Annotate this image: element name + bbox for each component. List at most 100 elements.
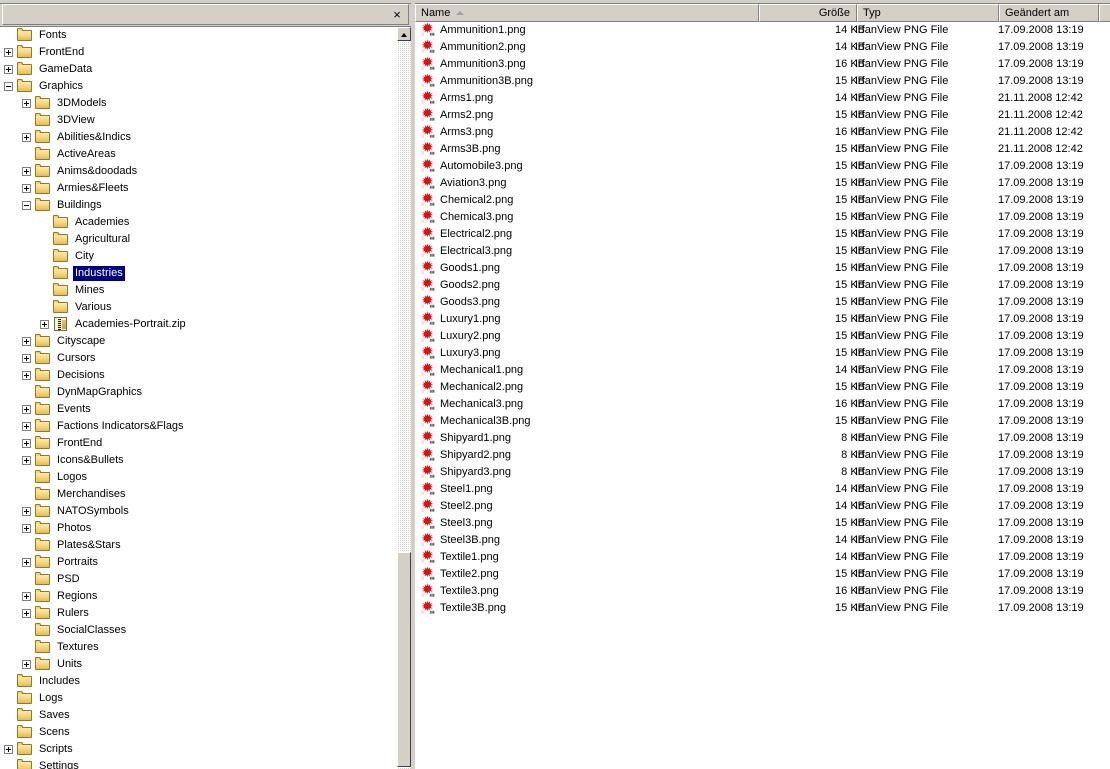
column-header-filler[interactable] bbox=[1099, 4, 1110, 22]
file-name-cell[interactable]: Shipyard3.png bbox=[420, 464, 750, 481]
file-name-cell[interactable]: Luxury1.png bbox=[420, 311, 750, 328]
tree-item-industries[interactable]: Industries bbox=[0, 265, 397, 282]
tree-item-saves[interactable]: Saves bbox=[0, 707, 397, 724]
file-list-row[interactable]: Luxury2.png 15 KB IrfanView PNG File 17.09.… bbox=[415, 328, 1110, 345]
file-name-cell[interactable]: Chemical3.png bbox=[420, 209, 750, 226]
expand-node-icon[interactable] bbox=[22, 166, 31, 176]
file-list-row[interactable]: Goods3.png 15 KB IrfanView PNG File 17.09.2… bbox=[415, 294, 1110, 311]
expand-node-icon[interactable] bbox=[22, 421, 31, 431]
file-name-cell[interactable]: Steel3B.png bbox=[420, 532, 750, 549]
collapse-node-icon[interactable] bbox=[22, 200, 31, 210]
file-name-cell[interactable]: Mechanical3B.png bbox=[420, 413, 750, 430]
file-list-row[interactable]: Chemical3.png 15 KB IrfanView PNG File 17.0… bbox=[415, 209, 1110, 226]
file-name-cell[interactable]: Ammunition3B.png bbox=[420, 73, 750, 90]
tree-item-photos[interactable]: Photos bbox=[0, 520, 397, 537]
tree-item-various[interactable]: Various bbox=[0, 299, 397, 316]
tree-item-cursors[interactable]: Cursors bbox=[0, 350, 397, 367]
scrollbar-thumb[interactable] bbox=[397, 552, 411, 767]
expand-node-icon[interactable] bbox=[22, 353, 31, 363]
expand-node-icon[interactable] bbox=[4, 744, 13, 754]
file-name-cell[interactable]: Electrical3.png bbox=[420, 243, 750, 260]
file-name-cell[interactable]: Ammunition3.png bbox=[420, 56, 750, 73]
tree-item-scens[interactable]: Scens bbox=[0, 724, 397, 741]
tree-item-academies[interactable]: Academies bbox=[0, 214, 397, 231]
file-list-row[interactable]: Arms1.png 14 KB IrfanView PNG File 21.11.20… bbox=[415, 90, 1110, 107]
expand-node-icon[interactable] bbox=[22, 523, 31, 533]
file-list-row[interactable]: Steel1.png 14 KB IrfanView PNG File 17.09.2… bbox=[415, 481, 1110, 498]
tree-item-textures[interactable]: Textures bbox=[0, 639, 397, 656]
column-header-type[interactable]: Typ bbox=[857, 4, 999, 22]
expand-node-icon[interactable] bbox=[22, 506, 31, 516]
tree-item-settings[interactable]: Settings bbox=[0, 758, 397, 769]
file-name-cell[interactable]: Textile1.png bbox=[420, 549, 750, 566]
expand-node-icon[interactable] bbox=[22, 659, 31, 669]
tree-item-units[interactable]: Units bbox=[0, 656, 397, 673]
tree-item-cityscape[interactable]: Cityscape bbox=[0, 333, 397, 350]
file-list-row[interactable]: Textile3.png 16 KB IrfanView PNG File 17.09… bbox=[415, 583, 1110, 600]
file-name-cell[interactable]: Luxury3.png bbox=[420, 345, 750, 362]
tree-item-portraits[interactable]: Portraits bbox=[0, 554, 397, 571]
file-name-cell[interactable]: Mechanical1.png bbox=[420, 362, 750, 379]
expand-node-icon[interactable] bbox=[22, 438, 31, 448]
tree-item-3dview[interactable]: 3DView bbox=[0, 112, 397, 129]
expand-node-icon[interactable] bbox=[22, 608, 31, 618]
file-name-cell[interactable]: Automobile3.png bbox=[420, 158, 750, 175]
tree-item-plates-stars[interactable]: Plates&Stars bbox=[0, 537, 397, 554]
expand-node-icon[interactable] bbox=[4, 47, 13, 57]
file-list-row[interactable]: Mechanical2.png 15 KB IrfanView PNG File 17… bbox=[415, 379, 1110, 396]
file-list-row[interactable]: Mechanical3.png 16 KB IrfanView PNG File 17… bbox=[415, 396, 1110, 413]
file-list-row[interactable]: Goods1.png 15 KB IrfanView PNG File 17.09.2… bbox=[415, 260, 1110, 277]
file-name-cell[interactable]: Arms3.png bbox=[420, 124, 750, 141]
file-list-row[interactable]: Goods2.png 15 KB IrfanView PNG File 17.09.2… bbox=[415, 277, 1110, 294]
tree-item-factions-indicators-flags[interactable]: Factions Indicators&Flags bbox=[0, 418, 397, 435]
file-list-row[interactable]: Arms2.png 15 KB IrfanView PNG File 21.11.20… bbox=[415, 107, 1110, 124]
folder-tree-list[interactable]: Fonts FrontEnd GameData Graphics 3DModels 3DV… bbox=[0, 27, 397, 769]
column-header-name[interactable]: Name bbox=[415, 4, 759, 22]
file-list-row[interactable]: Automobile3.png 15 KB IrfanView PNG File 17… bbox=[415, 158, 1110, 175]
file-name-cell[interactable]: Ammunition2.png bbox=[420, 39, 750, 56]
expand-node-icon[interactable] bbox=[22, 591, 31, 601]
tree-vertical-scrollbar[interactable] bbox=[397, 27, 411, 769]
expand-node-icon[interactable] bbox=[22, 183, 31, 193]
tree-item-mines[interactable]: Mines bbox=[0, 282, 397, 299]
tree-item-regions[interactable]: Regions bbox=[0, 588, 397, 605]
close-icon[interactable]: × bbox=[390, 8, 404, 22]
tree-item-frontend[interactable]: FrontEnd bbox=[0, 44, 397, 61]
tree-item-activeareas[interactable]: ActiveAreas bbox=[0, 146, 397, 163]
tree-item-merchandises[interactable]: Merchandises bbox=[0, 486, 397, 503]
expand-node-icon[interactable] bbox=[22, 370, 31, 380]
tree-item-abilities-indics[interactable]: Abilities&Indics bbox=[0, 129, 397, 146]
file-list-row[interactable]: Shipyard2.png 8 KB IrfanView PNG File 17.09… bbox=[415, 447, 1110, 464]
expand-node-icon[interactable] bbox=[22, 336, 31, 346]
file-name-cell[interactable]: Textile2.png bbox=[420, 566, 750, 583]
expand-node-icon[interactable] bbox=[22, 132, 31, 142]
file-name-cell[interactable]: Goods2.png bbox=[420, 277, 750, 294]
file-name-cell[interactable]: Shipyard2.png bbox=[420, 447, 750, 464]
file-name-cell[interactable]: Ammunition1.png bbox=[420, 22, 750, 39]
expand-node-icon[interactable] bbox=[22, 455, 31, 465]
tree-item-agricultural[interactable]: Agricultural bbox=[0, 231, 397, 248]
file-list-row[interactable]: Chemical2.png 15 KB IrfanView PNG File 17.0… bbox=[415, 192, 1110, 209]
tree-item-3dmodels[interactable]: 3DModels bbox=[0, 95, 397, 112]
tree-item-academies-portrait-zip[interactable]: Academies-Portrait.zip bbox=[0, 316, 397, 333]
file-name-cell[interactable]: Arms3B.png bbox=[420, 141, 750, 158]
file-list-row[interactable]: Textile2.png 15 KB IrfanView PNG File 17.09… bbox=[415, 566, 1110, 583]
tree-item-icons-bullets[interactable]: Icons&Bullets bbox=[0, 452, 397, 469]
file-list-row[interactable]: Aviation3.png 15 KB IrfanView PNG File 17.0… bbox=[415, 175, 1110, 192]
column-header-date[interactable]: Geändert am bbox=[999, 4, 1099, 22]
tree-item-scripts[interactable]: Scripts bbox=[0, 741, 397, 758]
expand-node-icon[interactable] bbox=[22, 404, 31, 414]
file-list-row[interactable]: Ammunition3.png 16 KB IrfanView PNG File 17… bbox=[415, 56, 1110, 73]
tree-item-fonts[interactable]: Fonts bbox=[0, 27, 397, 44]
tree-item-frontend[interactable]: FrontEnd bbox=[0, 435, 397, 452]
expand-node-icon[interactable] bbox=[22, 557, 31, 567]
file-list-row[interactable]: Mechanical1.png 14 KB IrfanView PNG File 17… bbox=[415, 362, 1110, 379]
tree-item-logs[interactable]: Logs bbox=[0, 690, 397, 707]
tree-item-decisions[interactable]: Decisions bbox=[0, 367, 397, 384]
file-list-row[interactable]: Arms3B.png 15 KB IrfanView PNG File 21.11.2… bbox=[415, 141, 1110, 158]
file-list-body[interactable]: Ammunition1.png 14 KB IrfanView PNG File 17… bbox=[415, 22, 1110, 769]
file-list-row[interactable]: Ammunition2.png 14 KB IrfanView PNG File 17… bbox=[415, 39, 1110, 56]
file-list-row[interactable]: Electrical3.png 15 KB IrfanView PNG File 17… bbox=[415, 243, 1110, 260]
file-name-cell[interactable]: Steel1.png bbox=[420, 481, 750, 498]
scrollbar-track[interactable] bbox=[397, 42, 411, 769]
